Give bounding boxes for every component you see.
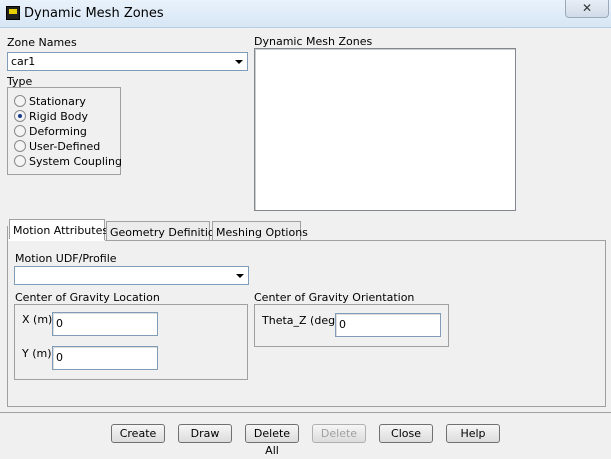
close-icon: ✕ (581, 1, 593, 15)
close-button[interactable]: Close (379, 424, 433, 443)
radio-system-coupling[interactable]: System Coupling (14, 155, 122, 170)
window-close-button[interactable]: ✕ (565, 0, 609, 18)
radio-label: System Coupling (29, 155, 122, 168)
create-button[interactable]: Create (111, 424, 165, 443)
tab-strip-border (105, 240, 606, 241)
cog-location-label: Center of Gravity Location (15, 291, 160, 304)
active-tab-join (8, 239, 104, 241)
y-input[interactable]: 0 (52, 346, 158, 370)
dynamic-mesh-zones-list[interactable] (254, 48, 516, 211)
radio-icon (14, 95, 26, 107)
x-input[interactable]: 0 (52, 312, 158, 336)
radio-label: Deforming (29, 125, 87, 138)
dynamic-mesh-zones-label: Dynamic Mesh Zones (254, 35, 373, 48)
radio-rigid-body[interactable]: Rigid Body (14, 110, 88, 125)
cog-orientation-label: Center of Gravity Orientation (254, 291, 415, 304)
tab-geometry-definition[interactable]: Geometry Definition (106, 221, 222, 242)
radio-user-defined[interactable]: User-Defined (14, 140, 100, 155)
radio-label: User-Defined (29, 140, 101, 153)
radio-label: Stationary (29, 95, 86, 108)
y-label: Y (m) (22, 347, 52, 360)
radio-icon (14, 140, 26, 152)
tab-meshing-options[interactable]: Meshing Options (212, 221, 308, 242)
motion-udf-label: Motion UDF/Profile (15, 252, 117, 265)
theta-z-input[interactable]: 0 (335, 313, 441, 337)
radio-checked-icon (14, 110, 26, 122)
radio-icon (14, 155, 26, 167)
draw-button[interactable]: Draw (178, 424, 232, 443)
radio-deforming[interactable]: Deforming (14, 125, 87, 140)
radio-stationary[interactable]: Stationary (14, 95, 86, 110)
x-label: X (m) (22, 313, 53, 326)
zone-names-dropdown[interactable]: car1 (7, 52, 248, 71)
theta-z-label: Theta_Z (deg) (262, 314, 340, 327)
help-button[interactable]: Help (446, 424, 500, 443)
tab-motion-attributes[interactable]: Motion Attributes (9, 219, 108, 241)
zone-names-label: Zone Names (7, 36, 77, 49)
radio-icon (14, 125, 26, 137)
window-title: Dynamic Mesh Zones (24, 6, 164, 21)
chevron-down-icon (236, 274, 244, 278)
zone-names-value: car1 (11, 55, 36, 68)
button-separator (0, 412, 611, 413)
type-groupbox: Stationary Rigid Body Deforming User-Def… (7, 87, 122, 175)
app-icon (6, 6, 20, 20)
delete-button[interactable]: Delete (312, 424, 366, 443)
radio-label: Rigid Body (29, 110, 88, 123)
motion-udf-dropdown[interactable] (14, 266, 249, 285)
chevron-down-icon (235, 60, 243, 64)
delete-all-button[interactable]: Delete All (245, 424, 299, 457)
